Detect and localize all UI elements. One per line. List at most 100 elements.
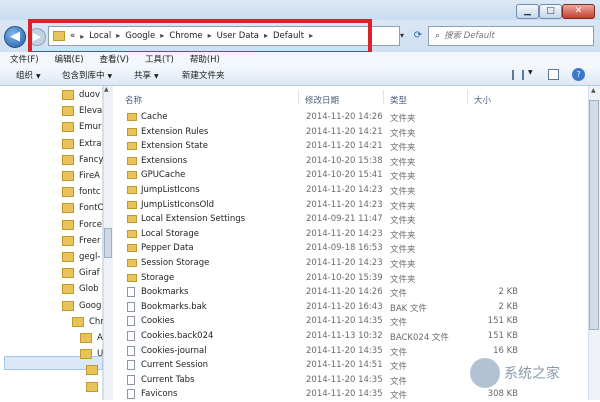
search-input[interactable]	[444, 31, 565, 41]
table-row[interactable]: JumpListIcons 2014-11-20 14:23 文件夹	[113, 183, 588, 198]
file-name: Bookmarks	[141, 287, 189, 298]
view-options-icon[interactable]	[512, 70, 524, 80]
scroll-up-icon[interactable]: ▲	[104, 86, 109, 93]
folder-icon	[86, 381, 98, 392]
tree-item[interactable]: Force	[62, 217, 102, 233]
table-row[interactable]: Cache 2014-11-20 14:26 文件夹	[113, 110, 588, 125]
folder-icon	[80, 349, 92, 360]
tree-item[interactable]: Emur	[62, 119, 102, 135]
file-date: 2014-11-20 14:21	[306, 141, 383, 152]
tree-item-label: fontc	[79, 187, 101, 198]
tree-item[interactable]: fontc	[62, 184, 101, 200]
search-box[interactable]: ⌕	[428, 26, 594, 46]
navigation-scroll-thumb[interactable]	[104, 228, 112, 258]
column-divider[interactable]	[298, 90, 299, 104]
table-row[interactable]: Bookmarks 2014-11-20 14:26 文件 2 KB	[113, 285, 588, 300]
file-size: 2 KB	[498, 287, 518, 298]
table-row[interactable]: Cookies.back024 2014-11-13 10:32 BACK024 文…	[113, 329, 588, 344]
table-row[interactable]: Local Extension Settings 2014-09-21 11:47…	[113, 212, 588, 227]
file-type: 文件夹	[390, 128, 416, 139]
tree-item[interactable]: Goog	[62, 298, 101, 314]
tree-item[interactable]: Giraf	[62, 265, 100, 281]
tree-item-label: Emur	[79, 122, 102, 133]
file-list-scroll-thumb[interactable]	[589, 100, 599, 330]
file-name: Local Extension Settings	[141, 214, 246, 225]
file-type: 文件夹	[390, 114, 416, 124]
tree-item[interactable]: Chr	[72, 314, 104, 330]
tree-item-label: Extra	[79, 138, 102, 149]
include-in-library-button[interactable]: 包含到库中 ▼	[62, 68, 112, 84]
folder-icon	[62, 122, 74, 133]
table-row[interactable]: Local Storage 2014-11-20 14:23 文件夹	[113, 227, 588, 242]
tree-item[interactable]: Glob	[62, 281, 99, 297]
tree-item[interactable]: FontC	[62, 200, 103, 216]
preview-pane-icon[interactable]	[548, 69, 559, 80]
folder-icon	[62, 138, 74, 149]
minimize-button[interactable]: ▁	[516, 4, 539, 19]
table-row[interactable]: Cookies 2014-11-20 14:35 文件 151 KB	[113, 314, 588, 329]
tree-item[interactable]: gegl-	[62, 249, 100, 265]
table-row[interactable]: Bookmarks.bak 2014-11-20 16:43 BAK 文件 2 KB	[113, 300, 588, 315]
menu-item-1[interactable]: 编辑(E)	[55, 53, 84, 65]
table-row[interactable]: Extensions 2014-10-20 15:38 文件夹	[113, 154, 588, 169]
column-header-date[interactable]: 修改日期	[305, 94, 339, 106]
tree-item-label: Force	[79, 219, 102, 230]
table-row[interactable]: Extension State 2014-11-20 14:21 文件夹	[113, 139, 588, 154]
tree-item[interactable]: U	[80, 346, 103, 362]
tree-item[interactable]: duov	[62, 87, 100, 103]
share-button[interactable]: 共享 ▼	[134, 68, 159, 84]
tree-item[interactable]: Freer	[62, 233, 101, 249]
tree-item-label: Chr	[89, 316, 104, 327]
folder-icon	[127, 186, 137, 194]
back-button[interactable]: ◀	[4, 26, 26, 48]
view-dropdown-icon[interactable]: ▼	[528, 69, 533, 76]
file-icon	[127, 374, 135, 385]
tree-item[interactable]	[86, 379, 103, 395]
tree-item[interactable]: Fancy	[62, 152, 103, 168]
column-header-name[interactable]: 名称	[125, 94, 142, 106]
address-dropdown-icon[interactable]: ▾	[400, 26, 409, 46]
refresh-icon[interactable]: ⟳	[410, 26, 426, 46]
maximize-button[interactable]: □	[539, 4, 562, 19]
column-divider[interactable]	[383, 90, 384, 104]
file-size: 151 KB	[487, 316, 518, 327]
folder-icon	[72, 316, 84, 327]
tree-item[interactable]	[86, 362, 103, 378]
watermark-brand: 系统之家	[504, 366, 560, 382]
file-icon	[127, 331, 135, 341]
folder-icon	[62, 171, 74, 181]
menu-item-0[interactable]: 文件(F)	[10, 53, 39, 65]
close-button[interactable]: ✕	[562, 4, 595, 19]
table-row[interactable]: Extension Rules 2014-11-20 14:21 文件夹	[113, 125, 588, 140]
table-row[interactable]: Pepper Data 2014-09-18 16:53 文件夹	[113, 241, 588, 256]
file-date: 2014-11-20 14:26	[306, 287, 383, 298]
scroll-up-icon[interactable]: ▲	[591, 87, 596, 94]
folder-icon	[127, 259, 137, 267]
menu-item-4[interactable]: 帮助(H)	[190, 53, 220, 65]
column-divider[interactable]	[467, 90, 468, 104]
column-header-type[interactable]: 类型	[390, 94, 407, 106]
tree-item[interactable]: A	[80, 330, 103, 346]
table-row[interactable]: Storage 2014-10-20 15:39 文件夹	[113, 271, 588, 286]
table-row[interactable]: Session Storage 2014-11-20 14:23 文件夹	[113, 256, 588, 271]
tree-item[interactable]: FireA	[62, 168, 100, 184]
folder-icon	[62, 300, 74, 311]
table-row[interactable]: GPUCache 2014-10-20 15:41 文件夹	[113, 168, 588, 183]
menu-bar: 文件(F) 编辑(E) 查看(V) 工具(T) 帮助(H)	[0, 52, 600, 66]
organize-button[interactable]: 组织 ▼	[16, 68, 41, 84]
help-icon[interactable]: ?	[572, 68, 585, 81]
file-date: 2014-10-20 15:41	[306, 170, 383, 181]
new-folder-button[interactable]: 新建文件夹	[182, 68, 225, 84]
column-header-size[interactable]: 大小	[474, 94, 491, 106]
tree-item[interactable]: Extra	[62, 136, 101, 152]
file-date: 2014-09-18 16:53	[306, 243, 383, 254]
table-row[interactable]: JumpListIconsOld 2014-11-20 14:23 文件夹	[113, 198, 588, 213]
file-name: Current Tabs	[141, 374, 195, 385]
tree-item[interactable]: Eleva	[62, 103, 102, 119]
menu-item-2[interactable]: 查看(V)	[100, 53, 129, 65]
file-icon	[127, 345, 135, 356]
menu-item-3[interactable]: 工具(T)	[145, 53, 174, 65]
folder-icon	[62, 203, 74, 214]
folder-icon	[127, 156, 137, 165]
folder-icon	[127, 113, 137, 121]
